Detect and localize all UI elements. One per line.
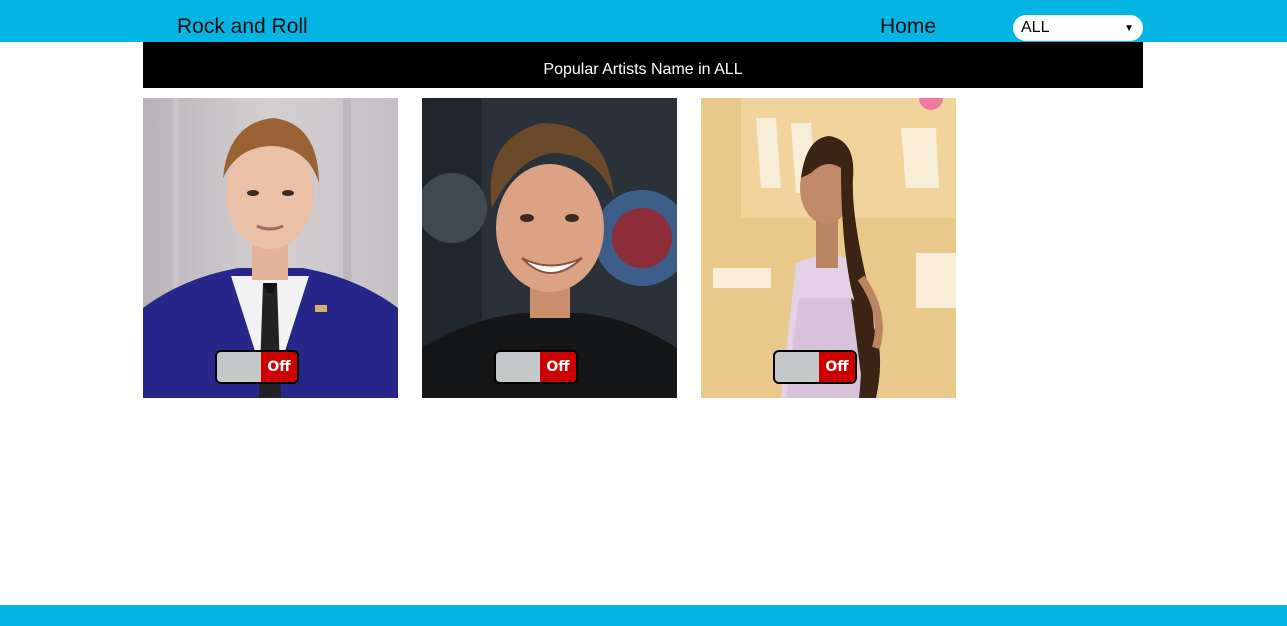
favorite-toggle[interactable]: Off	[215, 350, 299, 384]
page-heading-banner: Popular Artists Name in ALL	[143, 42, 1143, 88]
page-heading: Popular Artists Name in ALL	[543, 61, 743, 78]
toggle-state-label: Off	[540, 352, 576, 382]
favorite-toggle[interactable]: Off	[773, 350, 857, 384]
artist-card: Off	[422, 98, 677, 398]
artist-card: Off	[143, 98, 398, 398]
home-link[interactable]: Home	[880, 14, 936, 40]
artist-card: Off	[701, 98, 956, 398]
brand-title[interactable]: Rock and Roll	[177, 14, 308, 40]
top-navigation-bar: Rock and Roll Home ALL ▼	[0, 0, 1287, 42]
genre-select[interactable]: ALL ▼	[1013, 15, 1143, 41]
toggle-state-label: Off	[819, 352, 855, 382]
chevron-down-icon: ▼	[1124, 23, 1134, 34]
footer-bar	[0, 605, 1287, 626]
toggle-state-label: Off	[261, 352, 297, 382]
favorite-toggle[interactable]: Off	[494, 350, 578, 384]
genre-select-value: ALL	[1021, 19, 1050, 36]
